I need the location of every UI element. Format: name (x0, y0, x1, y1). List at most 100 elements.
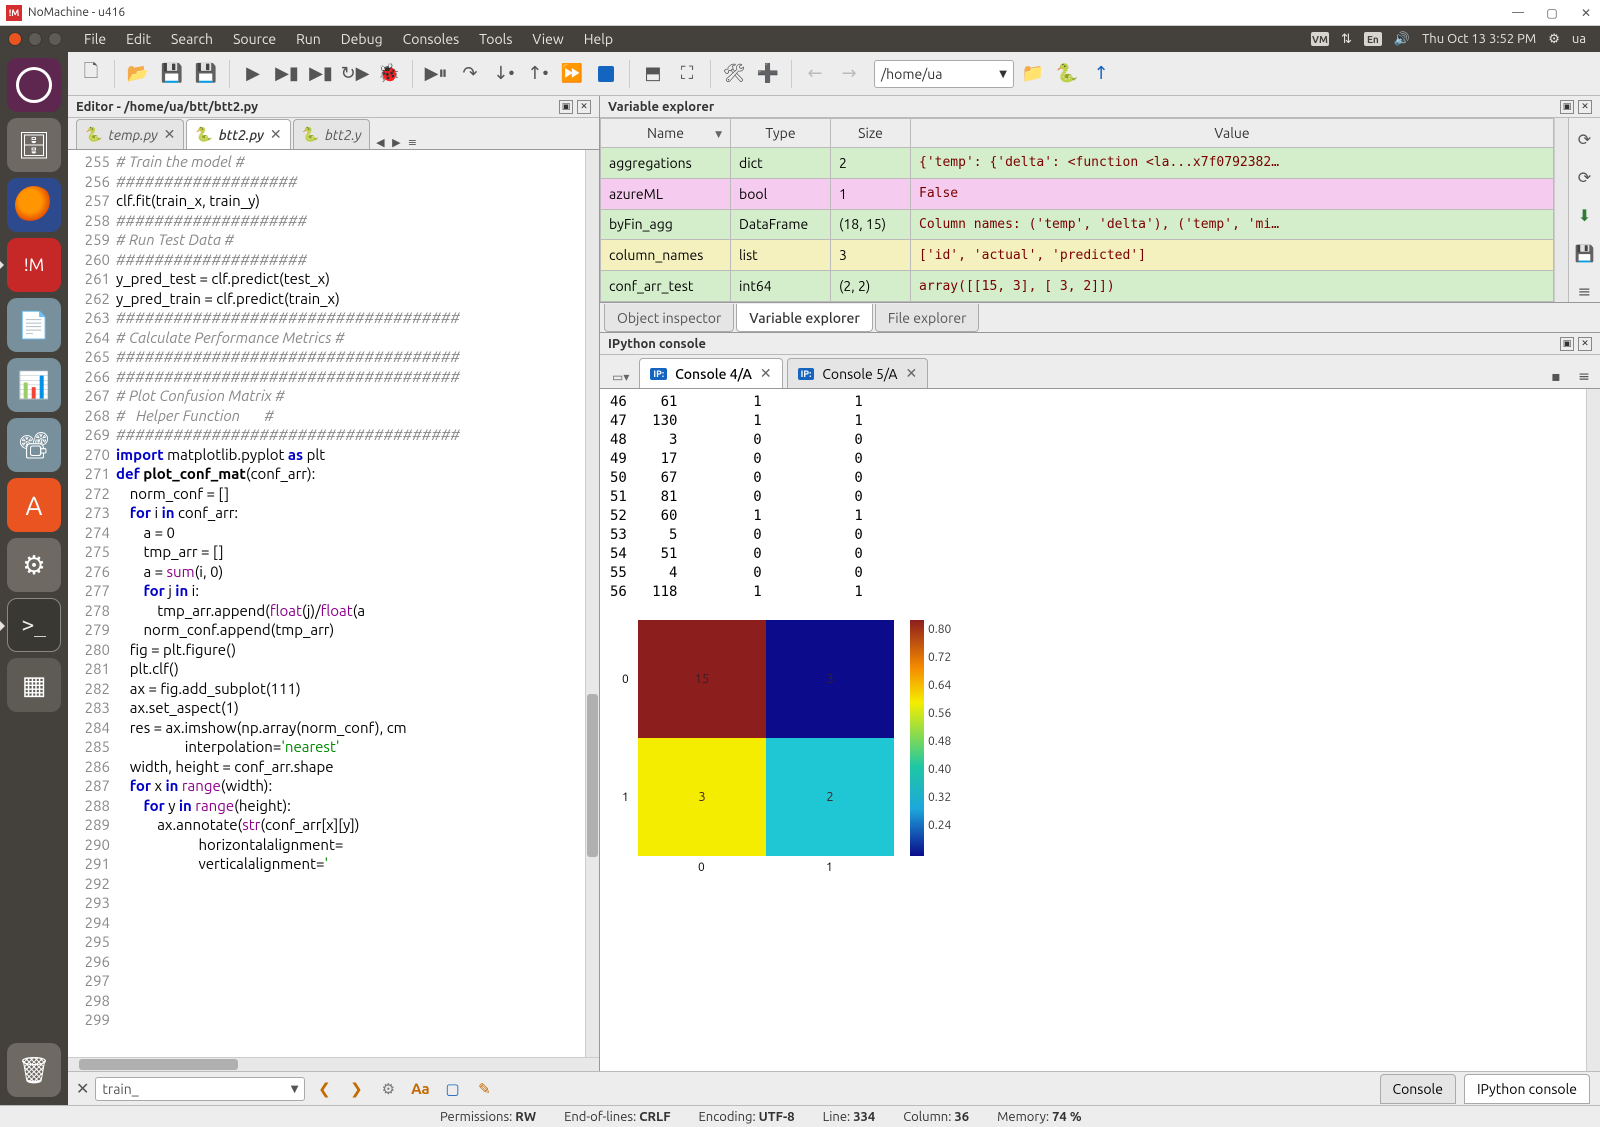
find-prev-button[interactable]: ❮ (311, 1077, 337, 1101)
menu-source[interactable]: Source (223, 31, 286, 47)
launcher-impress[interactable]: 📽 (7, 418, 61, 472)
code-area[interactable]: 2552562572582592602612622632642652662672… (68, 150, 599, 1057)
debug-pause-button[interactable]: ▶⏸ (421, 59, 451, 89)
pane-options-button[interactable]: ▣ (1560, 100, 1574, 114)
launcher-nomachine[interactable]: !M (7, 238, 61, 292)
save-all-button[interactable]: 💾 (191, 59, 221, 89)
tab-console-4a[interactable]: IP: Console 4/A ✕ (639, 358, 782, 388)
editor-hscroll[interactable] (68, 1057, 599, 1071)
close-icon[interactable]: ✕ (164, 126, 176, 143)
menu-debug[interactable]: Debug (331, 31, 393, 47)
refresh-button[interactable]: ⟳ (1574, 128, 1596, 150)
tab-variable-explorer[interactable]: Variable explorer (736, 304, 873, 332)
table-row[interactable]: conf_arr_testint64(2, 2)array([[15, 3], … (601, 271, 1554, 302)
tabs-left-button[interactable]: ◀ (372, 136, 388, 149)
close-button[interactable]: ✕ (1578, 5, 1594, 21)
close-icon[interactable]: ✕ (760, 365, 772, 382)
fullscreen-button[interactable]: ⛶ (672, 59, 702, 89)
debug-stop-button[interactable] (591, 59, 621, 89)
tab-btt2-py[interactable]: 🐍 btt2.py ✕ (186, 119, 290, 149)
launcher-files[interactable]: 🗄 (7, 118, 61, 172)
launcher-trash[interactable]: 🗑 (7, 1043, 61, 1097)
nav-back-button[interactable]: ← (800, 59, 830, 89)
pane-close-button[interactable]: ✕ (1578, 337, 1592, 351)
parent-dir-button[interactable]: ↑ (1086, 59, 1116, 89)
console-output[interactable]: 46 61 1 1 47 130 1 1 48 3 0 0 49 17 0 0 … (600, 389, 1586, 1071)
new-file-button[interactable]: 🗋 (76, 59, 106, 89)
tabs-list-button[interactable]: ≡ (404, 136, 420, 149)
pane-close-button[interactable]: ✕ (1578, 100, 1592, 114)
tray-sound-icon[interactable]: 🔊 (1388, 32, 1416, 47)
debug-step-into-button[interactable]: ↓• (489, 59, 519, 89)
open-file-button[interactable]: 📂 (123, 59, 153, 89)
launcher-calc[interactable]: 📊 (7, 358, 61, 412)
tab-temp-py[interactable]: 🐍 temp.py ✕ (76, 119, 184, 149)
layout-button[interactable]: ⬒ (638, 59, 668, 89)
launcher-firefox[interactable] (7, 178, 61, 232)
tab-console[interactable]: Console (1380, 1074, 1456, 1104)
import-button[interactable]: ⬇ (1574, 204, 1596, 226)
maximize-button[interactable]: ▢ (1544, 5, 1560, 21)
code-lines[interactable]: # Train the model ####################cl… (116, 150, 585, 1057)
table-row[interactable]: azureMLbool1False (601, 178, 1554, 209)
menu-file[interactable]: File (74, 31, 116, 47)
tray-vm-icon[interactable]: VM (1305, 32, 1335, 47)
col-name[interactable]: Name▼ (601, 119, 731, 148)
console-menu-button[interactable]: ▭▾ (608, 366, 633, 388)
pane-close-button[interactable]: ✕ (577, 100, 591, 114)
preferences-button[interactable]: 🛠 (719, 59, 749, 89)
menu-tools[interactable]: Tools (469, 31, 522, 47)
table-row[interactable]: byFin_aggDataFrame(18, 15)Column names: … (601, 209, 1554, 240)
tray-settings-icon[interactable]: ⚙ (1542, 32, 1566, 47)
varexp-vscroll[interactable] (1554, 118, 1568, 302)
minimize-button[interactable]: — (1510, 5, 1526, 21)
tab-object-inspector[interactable]: Object inspector (604, 304, 734, 332)
nav-forward-button[interactable]: → (834, 59, 864, 89)
close-icon[interactable]: ✕ (906, 365, 918, 382)
debug-step-out-button[interactable]: ↑• (523, 59, 553, 89)
regex-button[interactable]: ✎ (471, 1077, 497, 1101)
tab-file-explorer[interactable]: File explorer (875, 304, 980, 332)
find-input[interactable]: train_ ▼ (95, 1077, 305, 1101)
options-button[interactable]: ≡ (1574, 280, 1596, 302)
col-type[interactable]: Type (731, 119, 831, 148)
close-icon[interactable]: ✕ (270, 126, 282, 143)
menu-help[interactable]: Help (574, 31, 623, 47)
menu-view[interactable]: View (522, 31, 573, 47)
find-options-button[interactable]: ⚙ (375, 1077, 401, 1101)
launcher-terminal[interactable]: >_ (7, 598, 61, 652)
table-row[interactable]: column_nameslist3['id', 'actual', 'predi… (601, 240, 1554, 271)
menu-search[interactable]: Search (161, 31, 223, 47)
tray-network-icon[interactable]: ⇅ (1335, 32, 1358, 47)
run-button[interactable]: ▶ (238, 59, 268, 89)
run-cell-advance-button[interactable]: ▶▮ (306, 59, 336, 89)
tray-user[interactable]: ua (1566, 32, 1592, 46)
browse-dir-button[interactable]: 📁 (1018, 59, 1048, 89)
python-path-button[interactable]: ➕ (753, 59, 783, 89)
pane-options-button[interactable]: ▣ (559, 100, 573, 114)
launcher-software[interactable]: A (7, 478, 61, 532)
launcher-dash[interactable] (7, 58, 61, 112)
debug-continue-button[interactable]: ⏩ (557, 59, 587, 89)
python-icon[interactable]: 🐍 (1052, 59, 1082, 89)
console-vscroll[interactable] (1586, 389, 1600, 1071)
console-options-button[interactable]: ≡ (1572, 364, 1596, 388)
tray-language[interactable]: En (1358, 32, 1388, 47)
close-find-button[interactable]: ✕ (76, 1079, 89, 1098)
run-cell-button[interactable]: ▶▮ (272, 59, 302, 89)
menu-consoles[interactable]: Consoles (393, 31, 470, 47)
editor-vscroll[interactable] (585, 150, 599, 1057)
run-selection-button[interactable]: ↻▶ (340, 59, 370, 89)
case-sensitive-button[interactable]: Aa (407, 1077, 433, 1101)
save-button[interactable]: 💾 (157, 59, 187, 89)
tabs-right-button[interactable]: ▶ (388, 136, 404, 149)
whole-word-button[interactable]: ▢ (439, 1077, 465, 1101)
close-icon[interactable] (8, 32, 22, 46)
launcher-settings[interactable]: ⚙ (7, 538, 61, 592)
launcher-writer[interactable]: 📄 (7, 298, 61, 352)
debug-step-button[interactable]: ↷ (455, 59, 485, 89)
pane-options-button[interactable]: ▣ (1560, 337, 1574, 351)
menu-edit[interactable]: Edit (116, 31, 161, 47)
tab-ipython-console[interactable]: IPython console (1464, 1074, 1590, 1104)
save-data-button[interactable]: 💾 (1574, 242, 1596, 264)
